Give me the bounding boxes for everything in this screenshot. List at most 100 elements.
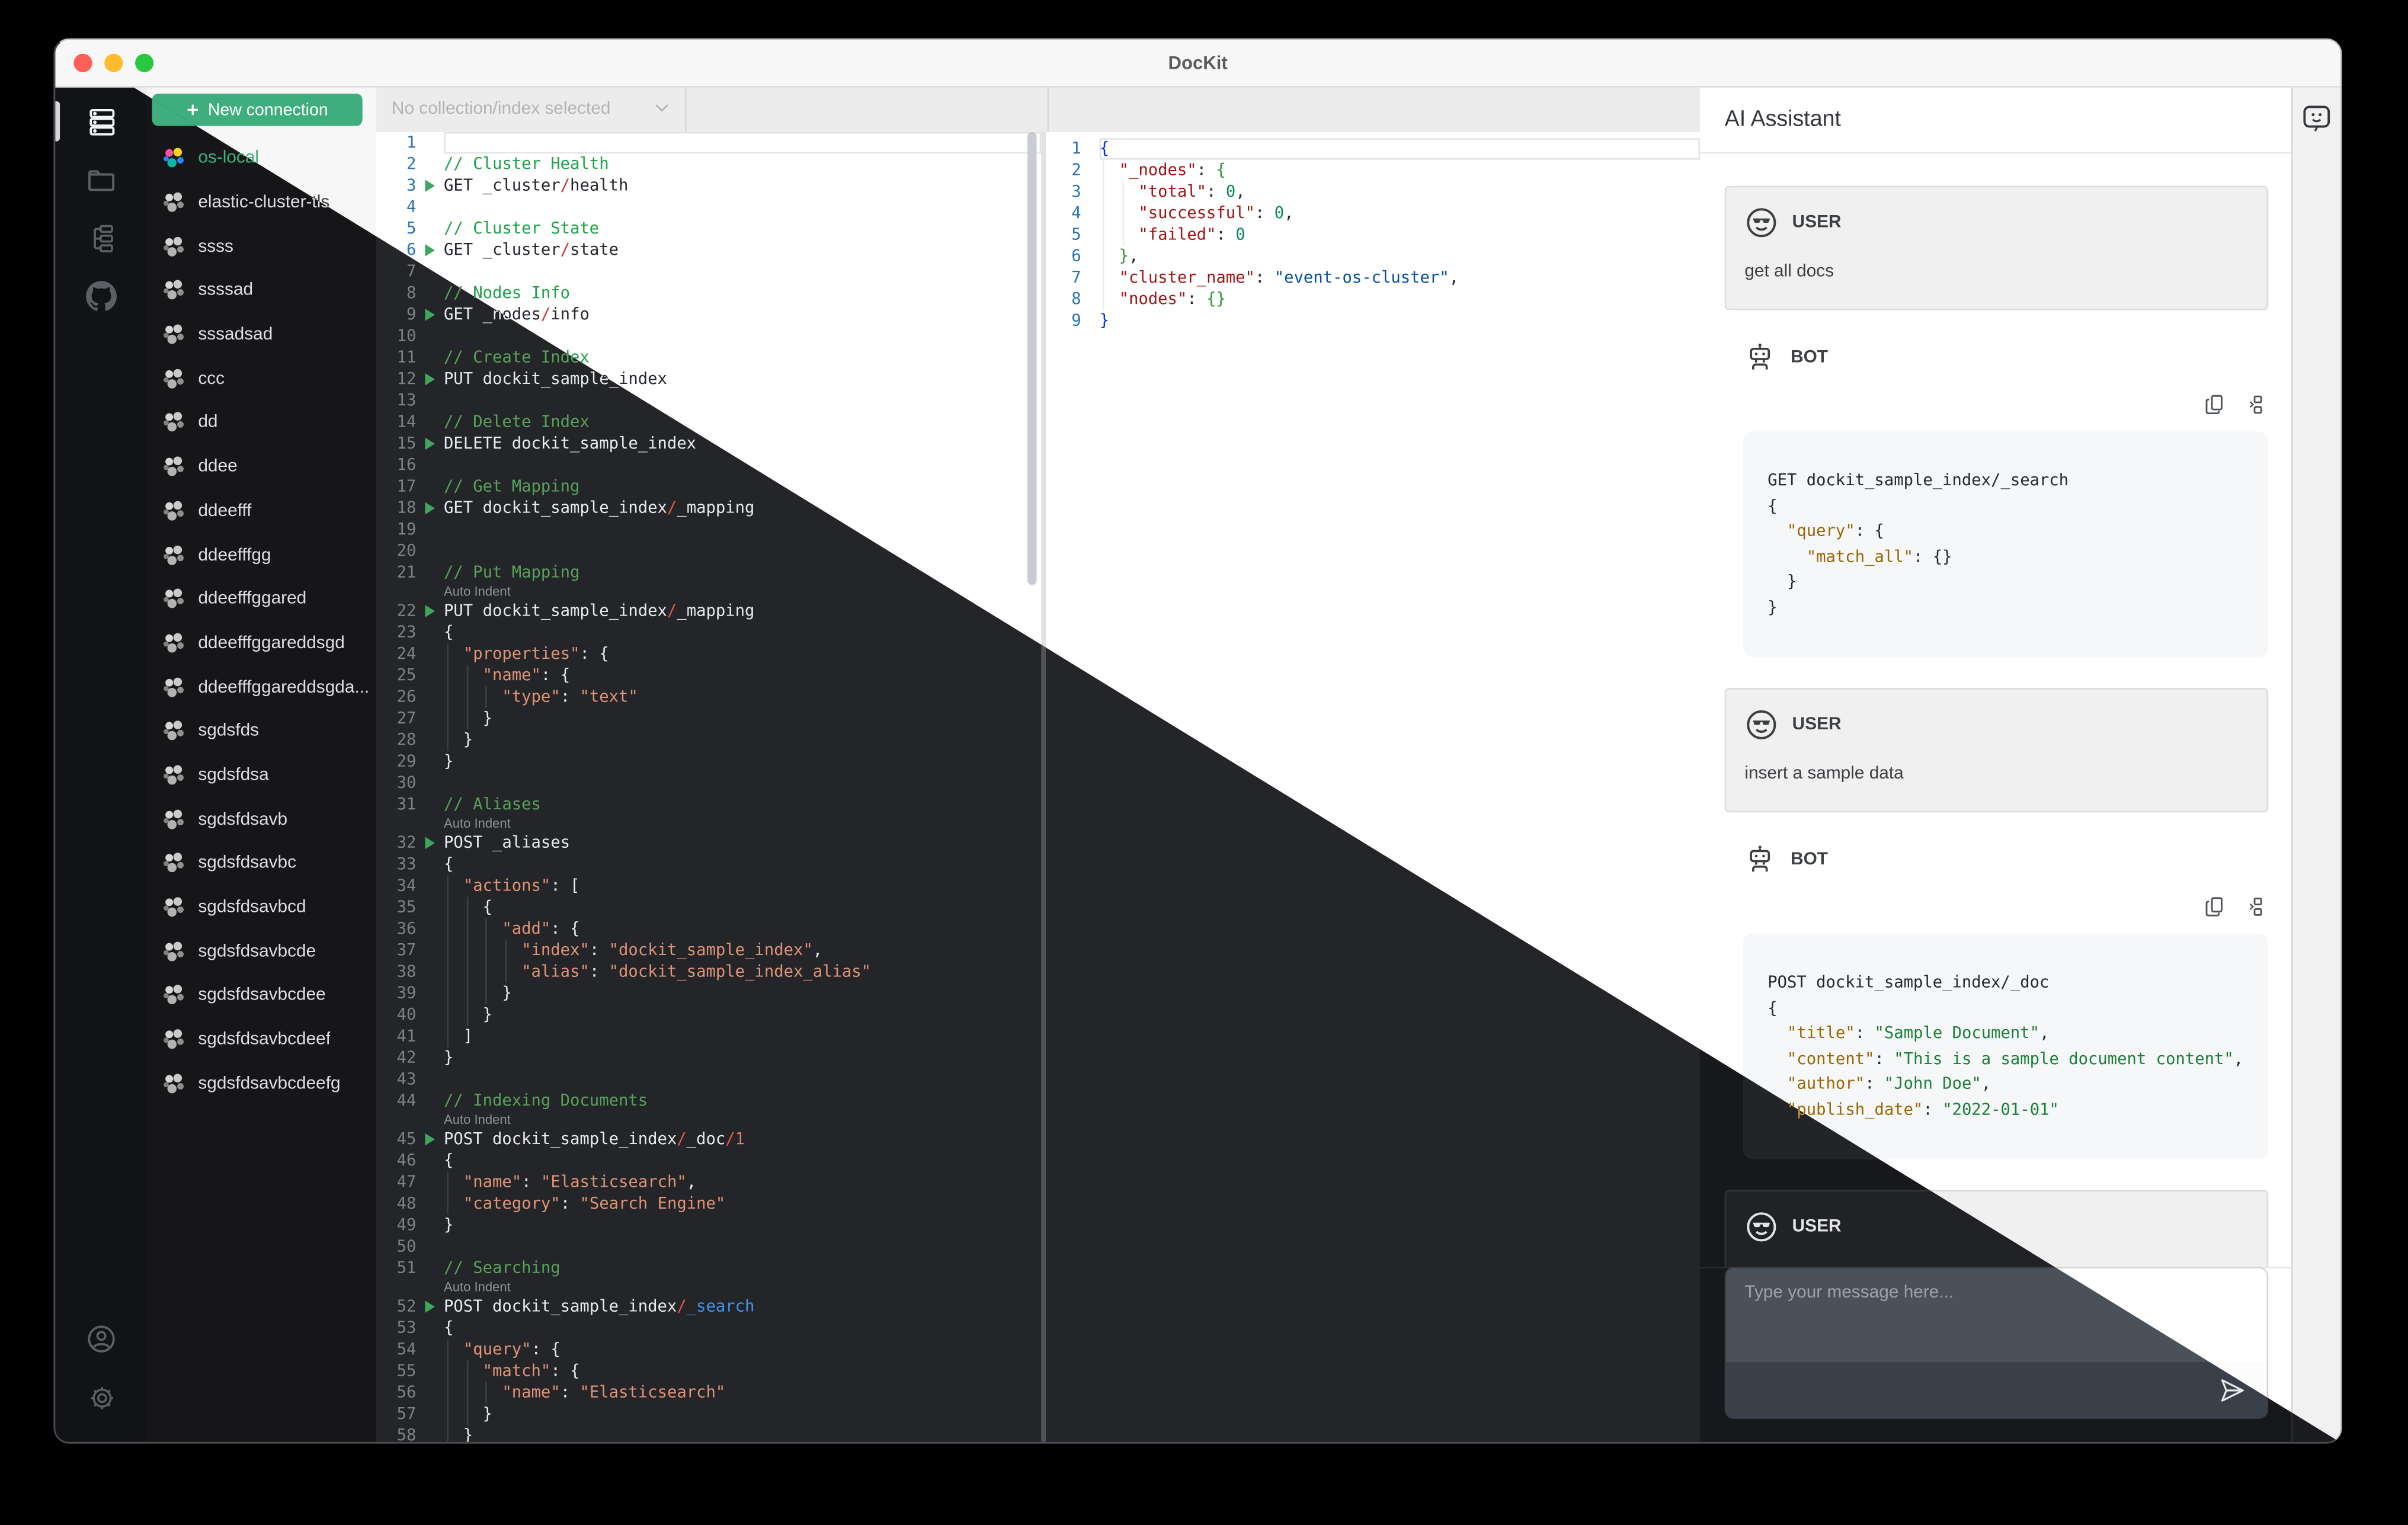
editor-line[interactable]: 4 [376, 197, 1041, 218]
editor-line[interactable]: 11 // Create Index [376, 347, 1041, 369]
editor-line[interactable]: 58 } [376, 1425, 1041, 1442]
run-query-button[interactable] [416, 1296, 444, 1318]
editor-line[interactable]: 7 [376, 261, 1041, 283]
codelens-auto-indent[interactable]: Auto Indent [376, 584, 1041, 601]
editor-line[interactable]: 1 [376, 132, 1042, 154]
editor-line[interactable]: 26 "type": "text" [376, 686, 1041, 708]
editor-line[interactable]: 12 PUT dockit_sample_index [376, 369, 1041, 390]
editor-line[interactable]: 22 PUT dockit_sample_index/_mapping [376, 600, 1041, 621]
copy-response-button[interactable] [2204, 895, 2227, 918]
editor-line[interactable]: 56 "name": "Elasticsearch" [376, 1382, 1041, 1404]
connection-item[interactable]: sgdsfdsavb [148, 797, 376, 841]
copy-response-button[interactable] [2204, 393, 2227, 417]
run-query-button[interactable] [416, 369, 444, 390]
editor-line[interactable]: 55 "match": { [376, 1360, 1041, 1382]
result-line[interactable]: 2 "_nodes": { [1046, 159, 1700, 181]
editor-line[interactable]: 57 } [376, 1403, 1041, 1425]
editor-line[interactable]: 25 "name": { [376, 665, 1041, 687]
editor-line[interactable]: 34 "actions": [ [376, 875, 1041, 897]
result-line[interactable]: 1{ [1046, 138, 1701, 160]
insert-to-editor-button[interactable] [2240, 393, 2265, 417]
connection-item[interactable]: sssadsad [148, 313, 376, 357]
run-query-button[interactable] [416, 304, 444, 325]
editor-line[interactable]: 36 "add": { [376, 918, 1041, 940]
run-query-button[interactable] [416, 832, 444, 854]
connection-item[interactable]: sgdsfdsavbc [148, 841, 376, 885]
editor-line[interactable]: 41 ] [376, 1026, 1041, 1047]
connection-item[interactable]: os-local [148, 137, 376, 181]
editor-line[interactable]: 47 "name": "Elasticsearch", [376, 1171, 1041, 1193]
rail-item-github[interactable] [55, 267, 148, 325]
editor-line[interactable]: 44 // Indexing Documents [376, 1090, 1041, 1111]
editor-line[interactable]: 43 [376, 1069, 1041, 1090]
editor-line[interactable]: 8 // Nodes Info [376, 283, 1041, 304]
connection-item[interactable]: ddeefffggareddsgd [148, 621, 376, 665]
editor-line[interactable]: 16 [376, 454, 1041, 476]
connection-item[interactable]: elastic-cluster-tls [148, 181, 376, 225]
result-line[interactable]: 9} [1046, 310, 1700, 332]
editor-line[interactable]: 6 GET _cluster/state [376, 239, 1041, 261]
editor-line[interactable]: 14 // Delete Index [376, 412, 1041, 433]
editor-line[interactable]: 18 GET dockit_sample_index/_mapping [376, 498, 1041, 519]
editor-line[interactable]: 10 [376, 325, 1041, 347]
editor-line[interactable]: 32 POST _aliases [376, 832, 1041, 854]
chat-message-input[interactable] [1726, 1268, 2267, 1362]
insert-to-editor-button[interactable] [2240, 895, 2265, 918]
editor-line[interactable]: 40 } [376, 1004, 1041, 1026]
editor-line[interactable]: 51 // Searching [376, 1258, 1041, 1279]
editor-line[interactable]: 28 } [376, 729, 1041, 751]
editor-line[interactable]: 52 POST dockit_sample_index/_search [376, 1296, 1041, 1318]
editor-line[interactable]: 53 { [376, 1318, 1041, 1339]
editor-line[interactable]: 45 POST dockit_sample_index/_doc/1 [376, 1129, 1041, 1150]
run-query-button[interactable] [416, 175, 444, 196]
rail-item-indices[interactable] [55, 209, 148, 267]
rail-item-account[interactable] [55, 1310, 148, 1368]
rail-item-connections[interactable] [55, 92, 148, 150]
result-line[interactable]: 7 "cluster_name": "event-os-cluster", [1046, 267, 1700, 289]
response-viewer[interactable]: 1{2 "_nodes": {3 "total": 0,4 "successfu… [1046, 132, 1701, 1442]
editor-line[interactable]: 23 { [376, 622, 1041, 643]
request-editor[interactable]: 12// Cluster Health3GET _cluster/health4… [376, 132, 1046, 1442]
editor-line[interactable]: 30 [376, 773, 1041, 794]
run-query-button[interactable] [416, 433, 444, 454]
run-query-button[interactable] [416, 239, 444, 261]
connection-item[interactable]: ssss [148, 225, 376, 268]
connection-item[interactable]: sgdsfdsavbcdeefg [148, 1062, 376, 1106]
connection-item[interactable]: sgdsfds [148, 709, 376, 753]
editor-line[interactable]: 20 [376, 540, 1041, 562]
editor-line[interactable]: 50 [376, 1236, 1041, 1257]
run-query-button[interactable] [416, 1129, 444, 1150]
connection-item[interactable]: sgdsfdsavbcdee [148, 973, 376, 1017]
editor-line[interactable]: 5 // Cluster State [376, 218, 1041, 239]
editor-line[interactable]: 38 "alias": "dockit_sample_index_alias" [376, 961, 1041, 983]
editor-line[interactable]: 13 [376, 390, 1041, 411]
editor-line[interactable]: 21 // Put Mapping [376, 562, 1041, 584]
connection-item[interactable]: ddee [148, 445, 376, 489]
connection-item[interactable]: sgdsfdsavbcd [148, 886, 376, 930]
result-line[interactable]: 5 "failed": 0 [1046, 224, 1700, 246]
editor-line[interactable]: 37 "index": "dockit_sample_index", [376, 940, 1041, 962]
editor-line[interactable]: 19 [376, 519, 1041, 540]
connection-item[interactable]: sgdsfdsa [148, 754, 376, 797]
editor-line[interactable]: 9 GET _nodes/info [376, 304, 1041, 325]
editor-line[interactable]: 35 { [376, 896, 1041, 918]
connection-item[interactable]: ssssad [148, 269, 376, 313]
editor-line[interactable]: 17 // Get Mapping [376, 476, 1041, 497]
editor-line[interactable]: 39 } [376, 982, 1041, 1005]
send-message-button[interactable] [2218, 1375, 2247, 1404]
connection-item[interactable]: ddeefffggared [148, 577, 376, 621]
editor-line[interactable]: 48 "category": "Search Engine" [376, 1193, 1041, 1215]
run-query-button[interactable] [416, 498, 444, 519]
editor-line[interactable]: 46 { [376, 1150, 1041, 1171]
editor-line[interactable]: 31 // Aliases [376, 794, 1041, 815]
connection-item[interactable]: sgdsfdsavbcdeef [148, 1018, 376, 1062]
editor-line[interactable]: 15 DELETE dockit_sample_index [376, 433, 1041, 454]
editor-line[interactable]: 29} [376, 751, 1041, 772]
result-line[interactable]: 6 }, [1046, 245, 1700, 267]
new-connection-button[interactable]: New connection [152, 94, 363, 126]
connection-item[interactable]: ddeefff [148, 489, 376, 533]
editor-line[interactable]: 2 // Cluster Health [376, 153, 1041, 175]
codelens-auto-indent[interactable]: Auto Indent [376, 1279, 1041, 1296]
editor-line[interactable]: 49} [376, 1215, 1041, 1236]
editor-line[interactable]: 3 GET _cluster/health [376, 175, 1041, 196]
